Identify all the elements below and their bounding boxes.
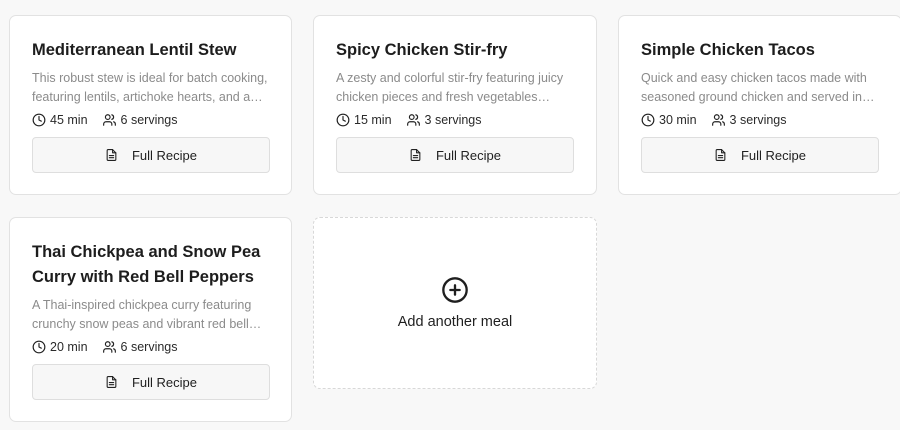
clock-icon	[32, 340, 46, 354]
meal-servings: 6 servings	[102, 340, 178, 354]
clock-icon	[641, 113, 655, 127]
users-icon	[102, 341, 116, 353]
full-recipe-label: Full Recipe	[435, 147, 502, 163]
add-meal-button[interactable]: Add another meal	[313, 217, 597, 389]
meal-description: A Thai-inspired chickpea curry featuring…	[32, 298, 262, 331]
meal-description: This robust stew is ideal for batch cook…	[32, 71, 268, 104]
meal-servings: 3 servings	[711, 113, 787, 127]
document-icon	[106, 149, 117, 161]
meal-description: Quick and easy chicken tacos made with s…	[641, 71, 875, 104]
meal-time: 20 min	[32, 340, 88, 354]
document-icon	[410, 149, 421, 161]
meal-time: 15 min	[336, 113, 392, 127]
meal-meta: 45 min 6 servings	[32, 112, 269, 128]
clock-icon	[336, 113, 350, 127]
meal-meta: 20 min 6 servings	[32, 339, 269, 355]
full-recipe-label: Full Recipe	[131, 374, 198, 390]
document-icon	[715, 149, 726, 161]
meal-time: 30 min	[641, 113, 697, 127]
meal-time-label: 45 min	[50, 113, 88, 127]
full-recipe-label: Full Recipe	[740, 147, 807, 163]
users-icon	[711, 114, 725, 126]
full-recipe-button[interactable]: Full Recipe	[32, 137, 270, 173]
meal-meta: 30 min 3 servings	[641, 112, 879, 128]
meal-card: Mediterranean Lentil Stew This robust st…	[9, 15, 292, 195]
meal-servings: 6 servings	[102, 113, 178, 127]
meal-title: Spicy Chicken Stir-fry	[336, 41, 508, 59]
plus-circle-icon	[442, 277, 468, 303]
meal-time-label: 30 min	[659, 113, 697, 127]
meal-servings-label: 6 servings	[120, 340, 178, 354]
meal-card: Spicy Chicken Stir-fry A zesty and color…	[313, 15, 597, 195]
document-icon	[106, 376, 117, 388]
meal-card: Thai Chickpea and Snow Pea Curry with Re…	[9, 217, 292, 422]
full-recipe-button[interactable]: Full Recipe	[641, 137, 879, 173]
clock-icon	[32, 113, 46, 127]
meal-description: A zesty and colorful stir-fry featuring …	[336, 71, 564, 104]
add-meal-label: Add another meal	[397, 314, 513, 330]
meal-time: 45 min	[32, 113, 88, 127]
meal-servings: 3 servings	[406, 113, 482, 127]
users-icon	[102, 114, 116, 126]
full-recipe-label: Full Recipe	[131, 147, 198, 163]
meal-card: Simple Chicken Tacos Quick and easy chic…	[618, 15, 900, 195]
meal-servings-label: 3 servings	[424, 113, 482, 127]
meal-title: Thai Chickpea and Snow Pea Curry with Re…	[32, 243, 261, 286]
meal-time-label: 20 min	[50, 340, 88, 354]
meal-servings-label: 6 servings	[120, 113, 178, 127]
users-icon	[406, 114, 420, 126]
meal-meta: 15 min 3 servings	[336, 112, 574, 128]
meal-title: Mediterranean Lentil Stew	[32, 41, 237, 59]
meal-servings-label: 3 servings	[729, 113, 787, 127]
meal-time-label: 15 min	[354, 113, 392, 127]
full-recipe-button[interactable]: Full Recipe	[32, 364, 270, 400]
full-recipe-button[interactable]: Full Recipe	[336, 137, 574, 173]
meal-title: Simple Chicken Tacos	[641, 41, 815, 59]
